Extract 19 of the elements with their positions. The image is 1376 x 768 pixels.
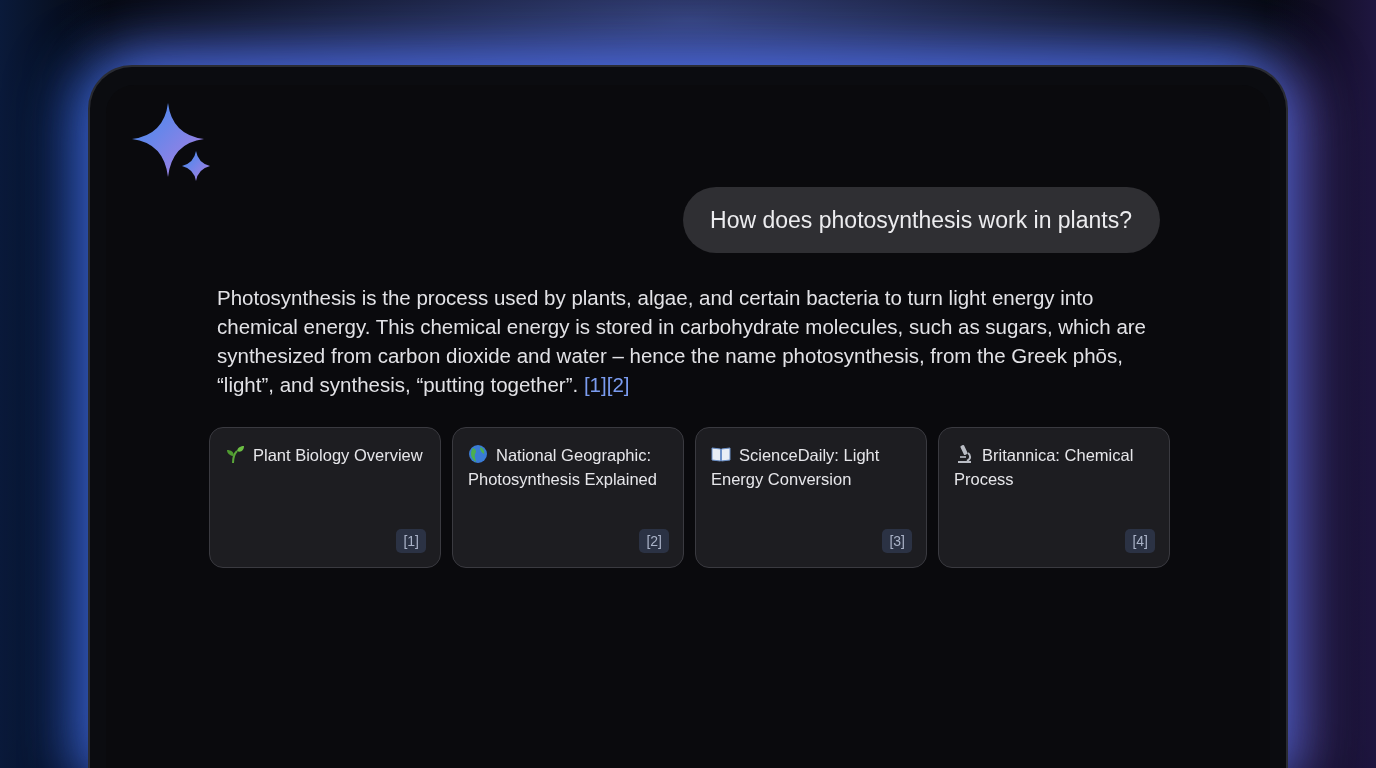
book-icon [711,444,731,464]
question-bubble: How does photosynthesis work in plants? [683,187,1160,253]
sprout-icon [225,444,245,464]
reference-number: [2] [639,529,669,553]
answer-paragraph: Photosynthesis is the process used by plants, algae, and certain bacteria to turn light energy into chemical energy. This chemical energy is stored in carbohydrate molecules, such as sugars, which are synthesized from carbon dioxide and water – hence the name photosynthesis, from the Greek phōs, “light”, and synthesis, “putting together”. [1][2] [217,285,1147,398]
source-title: Britannica: Chemical Process [954,443,1135,490]
source-title: National Geographic: Photosynthesis Explained [468,443,658,490]
citation-link[interactable]: [1] [583,373,607,396]
source-card[interactable]: Plant Biology Overview [1] [209,427,441,568]
reference-number: [4] [1125,529,1155,553]
citation-link[interactable]: [2] [606,373,630,396]
source-card[interactable]: Britannica: Chemical Process [4] [938,427,1170,568]
reference-number: [1] [396,529,426,553]
reference-number: [3] [882,529,912,553]
source-title: ScienceDaily: Light Energy Conversion [711,443,881,490]
globe-icon [468,444,488,464]
source-title: Plant Biology Overview [225,443,426,467]
source-card[interactable]: ScienceDaily: Light Energy Conversion [3] [695,427,927,568]
source-card[interactable]: National Geographic: Photosynthesis Explained [2] [452,427,684,568]
